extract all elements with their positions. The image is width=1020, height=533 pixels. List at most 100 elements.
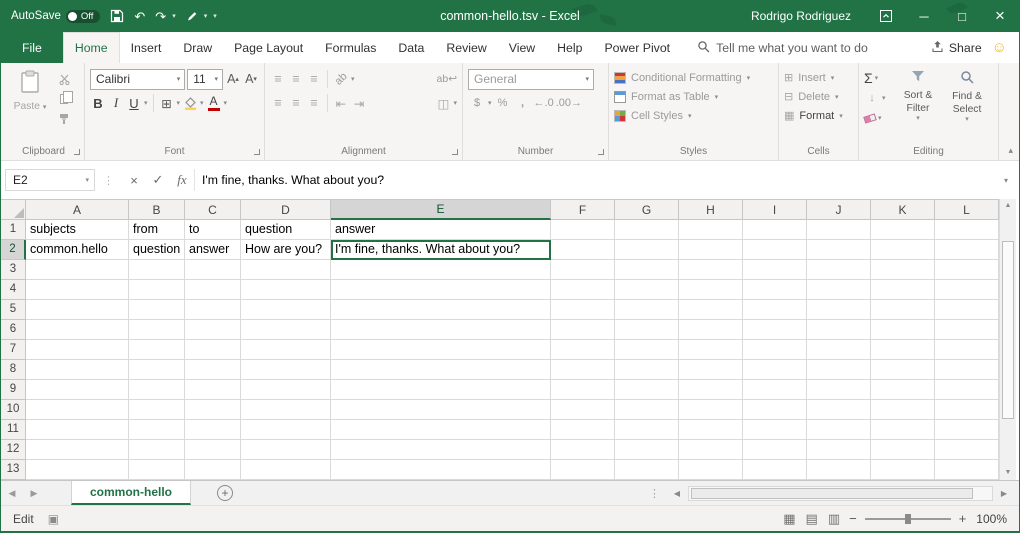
- cell-F1[interactable]: [551, 220, 615, 240]
- cell-F6[interactable]: [551, 320, 615, 340]
- cell-G8[interactable]: [615, 360, 679, 380]
- cell-H6[interactable]: [679, 320, 743, 340]
- redo-icon[interactable]: ↷: [155, 10, 166, 23]
- cell-L3[interactable]: [935, 260, 999, 280]
- cell-G6[interactable]: [615, 320, 679, 340]
- font-color-button[interactable]: A: [206, 93, 222, 113]
- minimize-button[interactable]: ─: [905, 0, 943, 32]
- cell-H4[interactable]: [679, 280, 743, 300]
- cell-D9[interactable]: [241, 380, 331, 400]
- accounting-menu-icon[interactable]: ▾: [488, 99, 492, 107]
- zoom-slider[interactable]: [865, 512, 951, 526]
- cell-J3[interactable]: [807, 260, 871, 280]
- row-header-9[interactable]: 9: [1, 380, 26, 400]
- cell-A7[interactable]: [26, 340, 129, 360]
- cell-H2[interactable]: [679, 240, 743, 260]
- cell-C9[interactable]: [185, 380, 241, 400]
- ribbon-display-options-icon[interactable]: [867, 0, 905, 32]
- vertical-scrollbar[interactable]: ▲ ▼: [999, 199, 1016, 480]
- alignment-dialog-launcher-icon[interactable]: [452, 149, 458, 155]
- cell-E12[interactable]: [331, 440, 551, 460]
- font-name-select[interactable]: Calibri▾: [90, 69, 185, 90]
- new-sheet-button[interactable]: +: [217, 485, 233, 501]
- cell-C11[interactable]: [185, 420, 241, 440]
- cell-J7[interactable]: [807, 340, 871, 360]
- borders-button[interactable]: ⊞: [159, 93, 175, 113]
- cell-A13[interactable]: [26, 460, 129, 480]
- cell-I9[interactable]: [743, 380, 807, 400]
- align-top-button[interactable]: ≡: [270, 69, 286, 89]
- maximize-button[interactable]: □: [943, 0, 981, 32]
- cell-K7[interactable]: [871, 340, 935, 360]
- cell-F3[interactable]: [551, 260, 615, 280]
- cell-B6[interactable]: [129, 320, 185, 340]
- cell-E2[interactable]: I'm fine, thanks. What about you?: [331, 240, 551, 260]
- cell-A8[interactable]: [26, 360, 129, 380]
- cell-E6[interactable]: [331, 320, 551, 340]
- cell-I3[interactable]: [743, 260, 807, 280]
- feedback-smiley-icon[interactable]: ☺: [992, 32, 1007, 63]
- name-box[interactable]: E2 ▾: [5, 169, 95, 191]
- cell-I5[interactable]: [743, 300, 807, 320]
- row-header-12[interactable]: 12: [1, 440, 26, 460]
- cell-K2[interactable]: [871, 240, 935, 260]
- column-header-G[interactable]: G: [615, 200, 679, 220]
- cell-J1[interactable]: [807, 220, 871, 240]
- cell-A3[interactable]: [26, 260, 129, 280]
- cell-J4[interactable]: [807, 280, 871, 300]
- format-cells-button[interactable]: ▦ Format ▾: [784, 106, 853, 125]
- cell-F9[interactable]: [551, 380, 615, 400]
- cell-L6[interactable]: [935, 320, 999, 340]
- cell-F11[interactable]: [551, 420, 615, 440]
- vertical-scroll-thumb[interactable]: [1002, 241, 1014, 419]
- column-header-D[interactable]: D: [241, 200, 331, 220]
- insert-function-icon[interactable]: fx: [170, 172, 194, 188]
- cell-F4[interactable]: [551, 280, 615, 300]
- cell-D5[interactable]: [241, 300, 331, 320]
- scroll-down-icon[interactable]: ▼: [1000, 466, 1016, 480]
- cell-B11[interactable]: [129, 420, 185, 440]
- underline-button[interactable]: U: [126, 93, 142, 113]
- increase-indent-button[interactable]: ⇥: [351, 93, 367, 113]
- tab-home[interactable]: Home: [63, 32, 120, 63]
- decrease-indent-button[interactable]: ⇤: [333, 93, 349, 113]
- cell-E9[interactable]: [331, 380, 551, 400]
- tab-review[interactable]: Review: [435, 32, 497, 63]
- cell-A2[interactable]: common.hello: [26, 240, 129, 260]
- cell-L13[interactable]: [935, 460, 999, 480]
- cell-G10[interactable]: [615, 400, 679, 420]
- cell-A11[interactable]: [26, 420, 129, 440]
- sheet-tab-common-hello[interactable]: common-hello: [71, 481, 191, 505]
- cell-I6[interactable]: [743, 320, 807, 340]
- cell-H8[interactable]: [679, 360, 743, 380]
- autosum-button[interactable]: Σ▾: [864, 69, 892, 87]
- cell-C5[interactable]: [185, 300, 241, 320]
- tab-power-pivot[interactable]: Power Pivot: [593, 32, 681, 63]
- tab-file[interactable]: File: [1, 32, 63, 63]
- row-header-5[interactable]: 5: [1, 300, 26, 320]
- cell-G3[interactable]: [615, 260, 679, 280]
- pen-icon[interactable]: [186, 10, 198, 22]
- cell-C2[interactable]: answer: [185, 240, 241, 260]
- row-header-3[interactable]: 3: [1, 260, 26, 280]
- collapse-ribbon-icon[interactable]: ▴: [1008, 145, 1013, 156]
- clear-button[interactable]: ▾: [864, 109, 892, 127]
- pen-menu-icon[interactable]: ▾: [204, 12, 208, 20]
- tab-scroll-splitter[interactable]: ⋮: [649, 487, 660, 500]
- wrap-text-button[interactable]: ab↩: [437, 69, 457, 89]
- percent-style-button[interactable]: %: [494, 97, 512, 109]
- cell-E7[interactable]: [331, 340, 551, 360]
- cell-C13[interactable]: [185, 460, 241, 480]
- merge-center-menu-icon[interactable]: ▾: [453, 99, 457, 107]
- cell-I8[interactable]: [743, 360, 807, 380]
- cell-K5[interactable]: [871, 300, 935, 320]
- zoom-level[interactable]: 100%: [976, 512, 1007, 526]
- cell-I13[interactable]: [743, 460, 807, 480]
- cell-D7[interactable]: [241, 340, 331, 360]
- column-header-C[interactable]: C: [185, 200, 241, 220]
- sheet-next-icon[interactable]: ▶: [23, 488, 45, 499]
- copy-button[interactable]: [55, 91, 73, 107]
- cell-B7[interactable]: [129, 340, 185, 360]
- cell-H11[interactable]: [679, 420, 743, 440]
- cell-K8[interactable]: [871, 360, 935, 380]
